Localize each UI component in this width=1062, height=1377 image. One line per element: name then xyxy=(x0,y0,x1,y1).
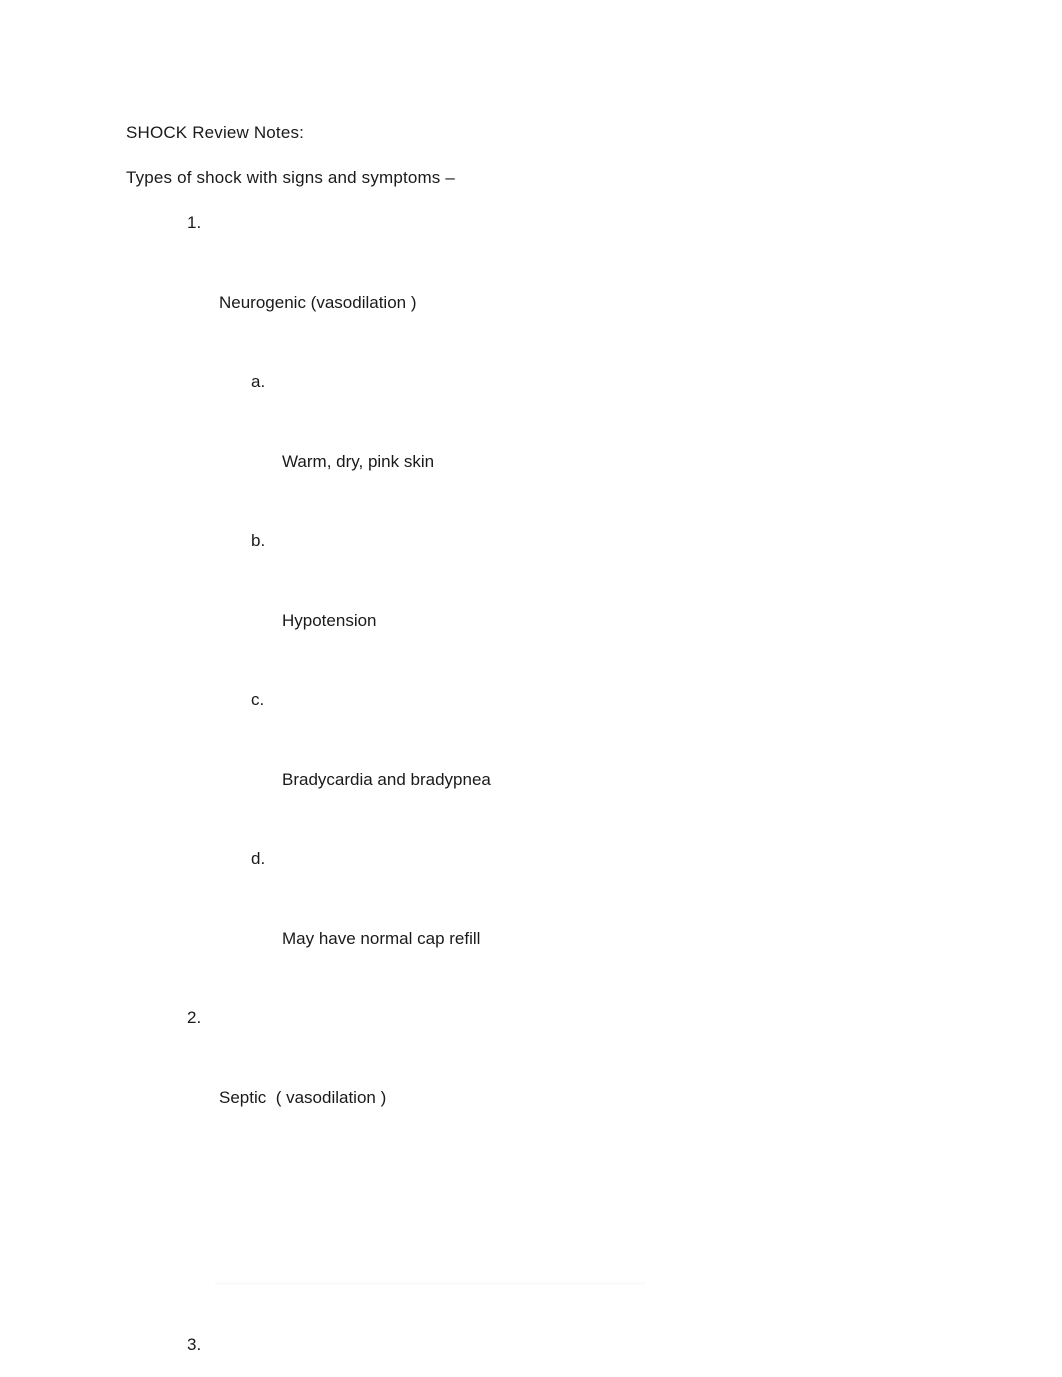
list-item: 1. Neurogenic (vasodilation ) xyxy=(126,210,946,369)
shock-types-list: 1. Neurogenic (vasodilation ) a. Warm, d… xyxy=(126,210,946,1377)
blank-region xyxy=(126,1164,946,1332)
list-item-text: Hypotension xyxy=(282,610,377,630)
list-item: a. Warm, dry, pink skin xyxy=(126,369,946,528)
list-item: 2. Septic ( vasodilation ) xyxy=(126,1005,946,1164)
list-item-text: Warm, dry, pink skin xyxy=(282,451,435,471)
list-marker: 2. xyxy=(187,1008,202,1027)
list-marker: b. xyxy=(251,531,266,550)
list-item: b. Hypotension xyxy=(126,528,946,687)
page-title: SHOCK Review Notes: xyxy=(126,123,305,142)
intro-paragraph: Types of shock with signs and symptoms – xyxy=(126,168,455,187)
list-marker: 3. xyxy=(187,1335,202,1354)
list-item: d. May have normal cap refill xyxy=(126,846,946,1005)
list-item-text: May have normal cap refill xyxy=(282,928,481,948)
shock-type-1-subitems: a. Warm, dry, pink skin b. Hypotension c… xyxy=(126,369,946,1005)
list-marker: a. xyxy=(251,372,266,391)
list-item: c. Bradycardia and bradypnea xyxy=(126,687,946,846)
document-page: SHOCK Review Notes: Types of shock with … xyxy=(0,0,1062,1377)
list-item-text: Bradycardia and bradypnea xyxy=(282,769,491,789)
list-marker: c. xyxy=(251,690,265,709)
list-item-text: Neurogenic (vasodilation ) xyxy=(219,292,417,312)
list-marker: 1. xyxy=(187,213,202,232)
list-item: 3. Anaphylaxis ( vasodilation ) xyxy=(126,1332,946,1377)
list-marker: d. xyxy=(251,849,266,868)
footer-divider xyxy=(215,1282,645,1285)
document-body: SHOCK Review Notes: Types of shock with … xyxy=(126,122,946,1377)
list-item-text: Septic ( vasodilation ) xyxy=(219,1087,387,1107)
